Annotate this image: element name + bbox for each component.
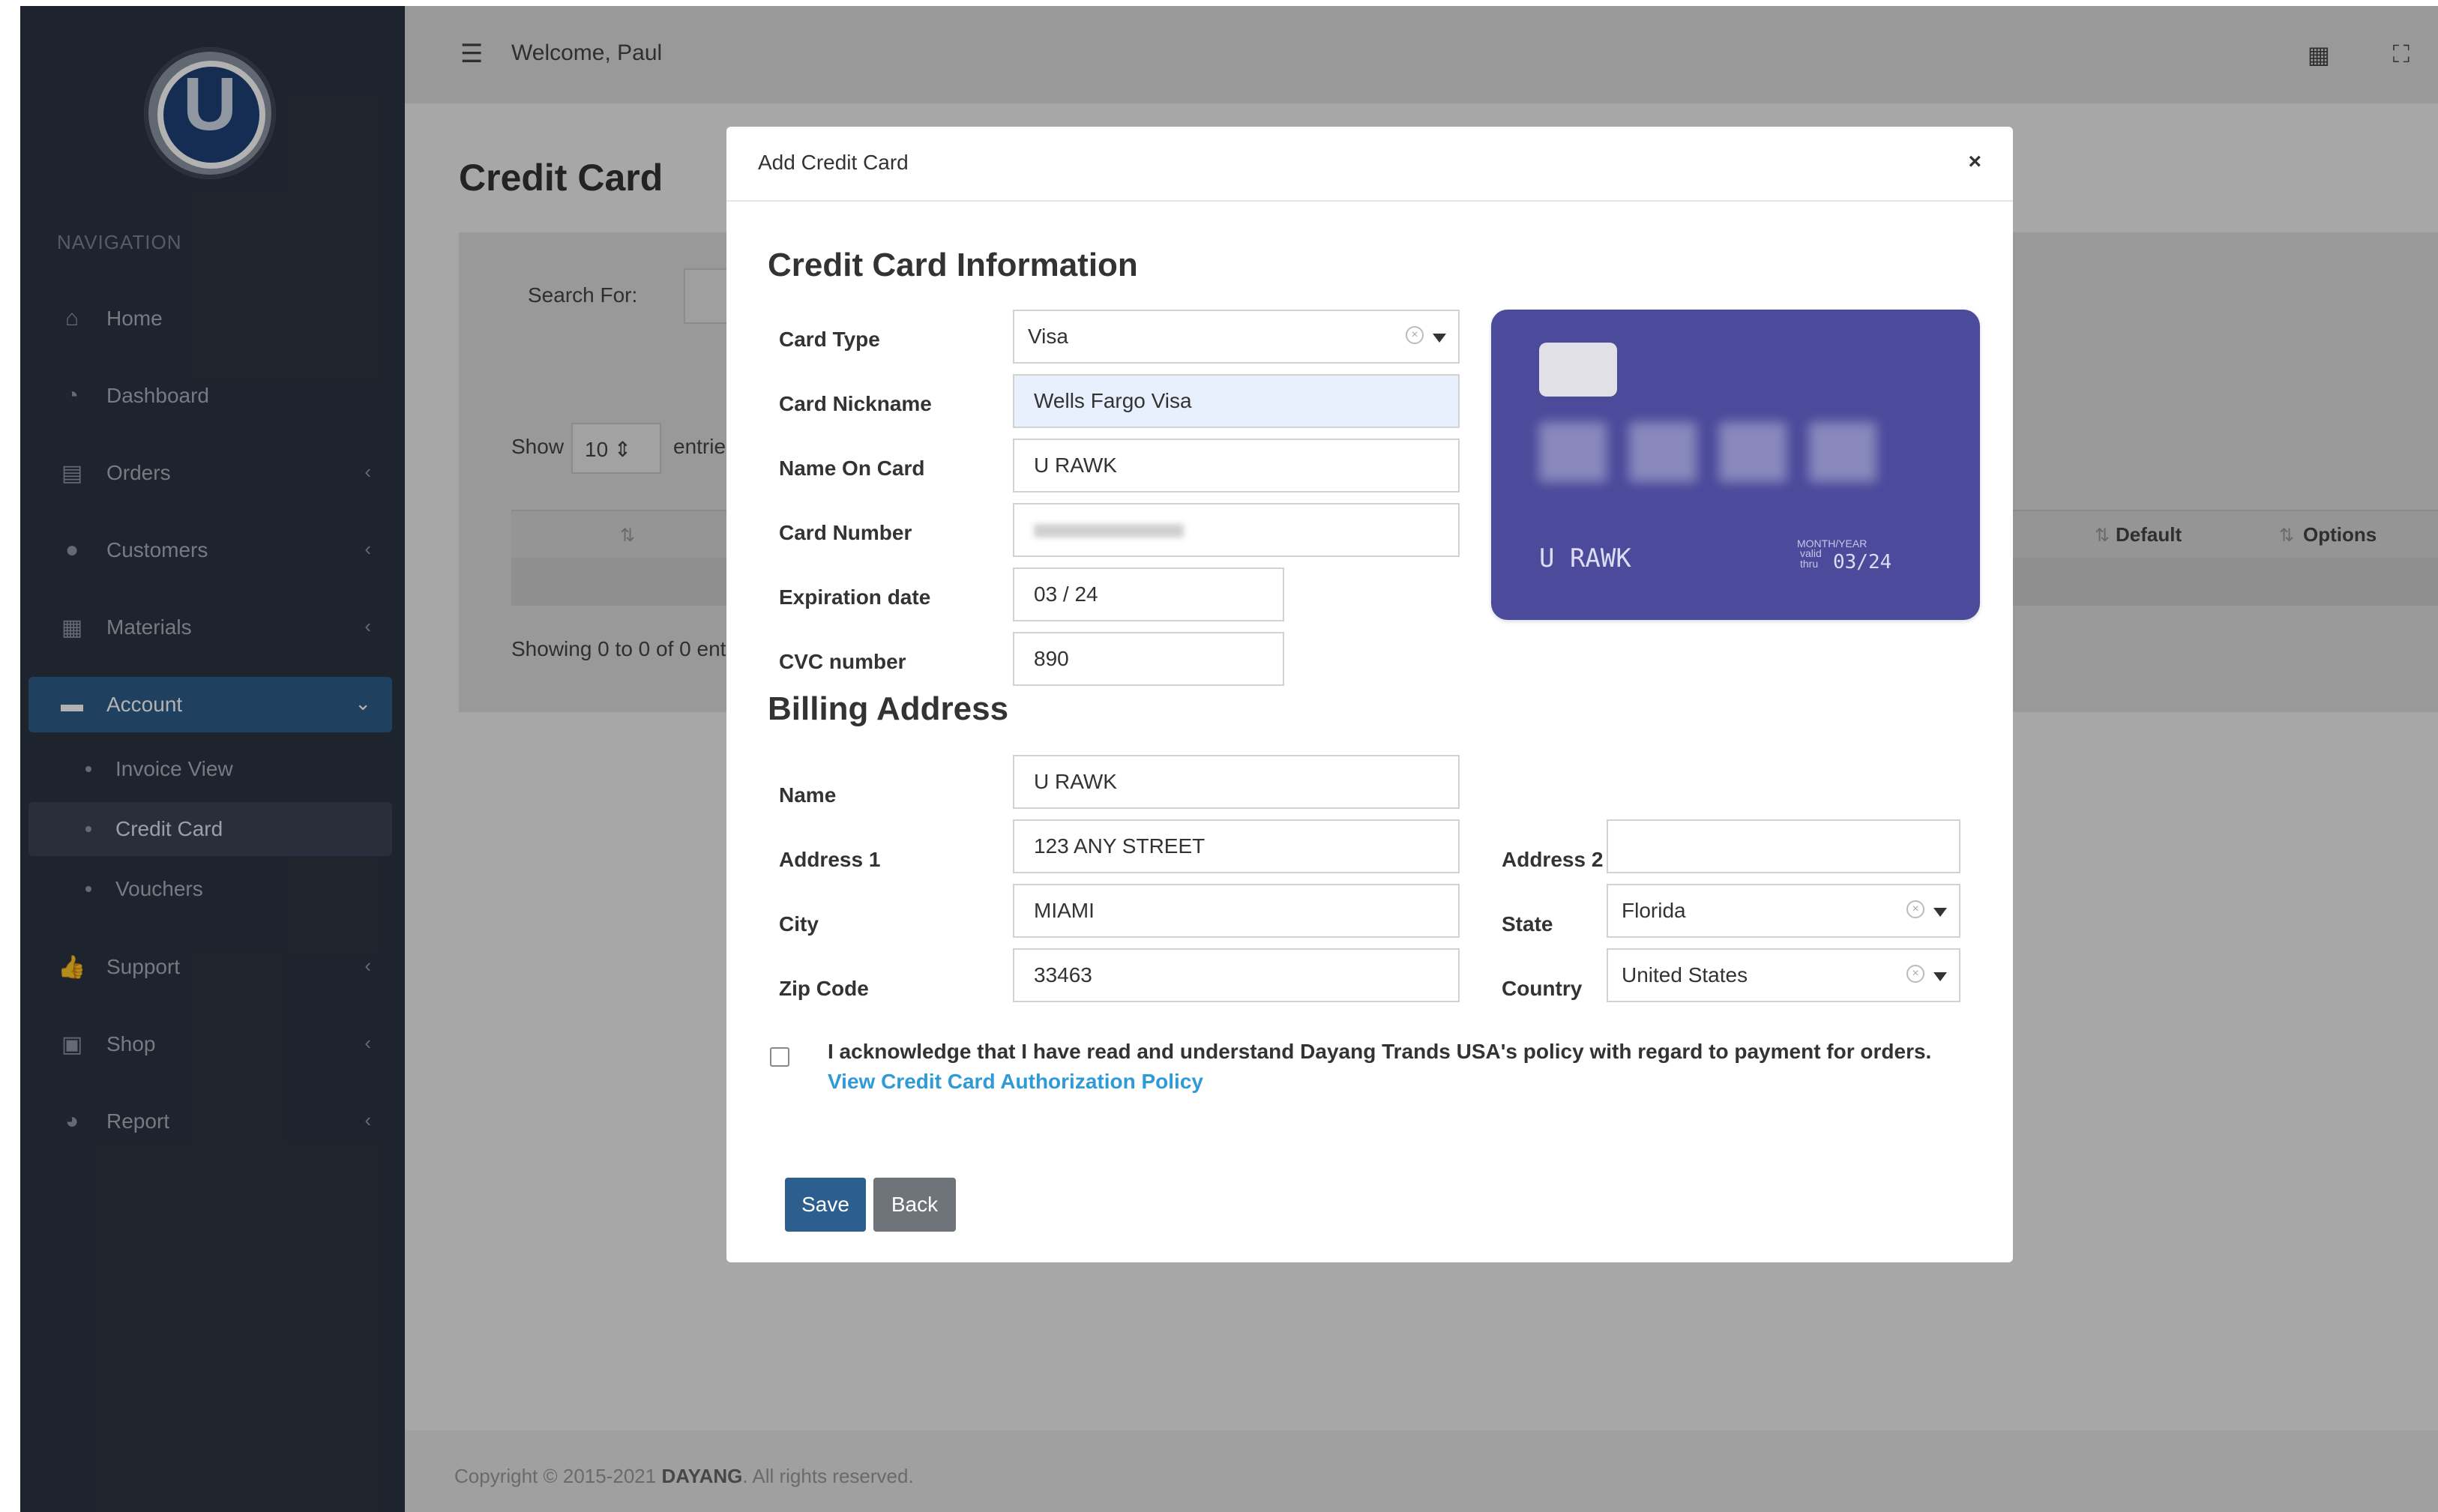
address1-field[interactable]: 123 ANY STREET: [1013, 819, 1460, 873]
city-label: City: [779, 912, 819, 936]
zip-code-value: 33463: [1034, 963, 1092, 987]
thru-text: thru: [1800, 558, 1819, 570]
state-label: State: [1502, 912, 1553, 936]
country-label: Country: [1502, 977, 1583, 1000]
app-frame: U NAVIGATION ⌂ Home ◔ Dashboard ▤ Orders…: [20, 6, 2438, 1512]
card-nickname-value: Wells Fargo Visa: [1034, 389, 1192, 412]
billing-name-value: U RAWK: [1034, 770, 1117, 793]
expiration-date-field[interactable]: 03 / 24: [1013, 567, 1284, 621]
policy-link[interactable]: View Credit Card Authorization Policy: [828, 1070, 1203, 1094]
acknowledge-text: I acknowledge that I have read and under…: [828, 1040, 1932, 1063]
card-preview-name: U RAWK: [1539, 543, 1631, 573]
close-icon[interactable]: ×: [1968, 149, 1981, 175]
zip-code-field[interactable]: 33463: [1013, 948, 1460, 1002]
caret-down-icon[interactable]: [1933, 972, 1947, 981]
cvc-label: CVC number: [779, 650, 906, 673]
masked-card-number: [1034, 524, 1184, 537]
card-preview-valid-thru: valid thru: [1800, 548, 1822, 569]
card-type-label: Card Type: [779, 328, 880, 351]
save-button[interactable]: Save: [785, 1178, 866, 1232]
card-type-select[interactable]: Visa ×: [1013, 310, 1460, 364]
name-on-card-field[interactable]: U RAWK: [1013, 439, 1460, 493]
card-number-label: Card Number: [779, 521, 912, 544]
country-value: United States: [1622, 963, 1748, 987]
card-chip-icon: [1539, 343, 1617, 397]
clear-icon[interactable]: ×: [1906, 900, 1924, 918]
card-type-value: Visa: [1028, 325, 1068, 348]
address2-label: Address 2: [1502, 848, 1604, 871]
billing-name-label: Name: [779, 783, 837, 807]
state-select[interactable]: Florida ×: [1607, 884, 1960, 938]
name-on-card-value: U RAWK: [1034, 454, 1117, 477]
clear-icon[interactable]: ×: [1406, 326, 1424, 344]
address1-label: Address 1: [779, 848, 881, 871]
address2-field[interactable]: [1607, 819, 1960, 873]
cvc-value: 890: [1034, 647, 1069, 670]
zip-code-label: Zip Code: [779, 977, 869, 1000]
modal-header: Add Credit Card ×: [726, 127, 2013, 202]
billing-address-heading: Billing Address: [768, 690, 1009, 727]
acknowledge-checkbox[interactable]: [770, 1047, 789, 1067]
credit-card-preview: U RAWK MONTH/YEAR valid thru 03/24: [1491, 310, 1980, 620]
credit-card-info-heading: Credit Card Information: [768, 247, 1138, 283]
expiration-date-value: 03 / 24: [1034, 582, 1098, 606]
state-value: Florida: [1622, 899, 1686, 922]
name-on-card-label: Name On Card: [779, 457, 925, 480]
card-preview-expiry: 03/24: [1833, 551, 1892, 573]
caret-down-icon[interactable]: [1933, 908, 1947, 917]
card-nickname-label: Card Nickname: [779, 392, 932, 415]
card-nickname-field[interactable]: Wells Fargo Visa: [1013, 374, 1460, 428]
cvc-field[interactable]: 890: [1013, 632, 1284, 686]
back-button[interactable]: Back: [873, 1178, 956, 1232]
city-value: MIAMI: [1034, 899, 1095, 922]
card-number-field[interactable]: [1013, 503, 1460, 557]
caret-down-icon[interactable]: [1433, 334, 1446, 343]
address1-value: 123 ANY STREET: [1034, 834, 1206, 858]
country-select[interactable]: United States ×: [1607, 948, 1960, 1002]
add-credit-card-modal: Add Credit Card × Credit Card Informatio…: [726, 127, 2013, 1262]
city-field[interactable]: MIAMI: [1013, 884, 1460, 938]
expiration-date-label: Expiration date: [779, 585, 931, 609]
blurred-card-number: [1539, 422, 1884, 482]
billing-name-field[interactable]: U RAWK: [1013, 755, 1460, 809]
modal-title: Add Credit Card: [758, 151, 909, 174]
clear-icon[interactable]: ×: [1906, 965, 1924, 983]
